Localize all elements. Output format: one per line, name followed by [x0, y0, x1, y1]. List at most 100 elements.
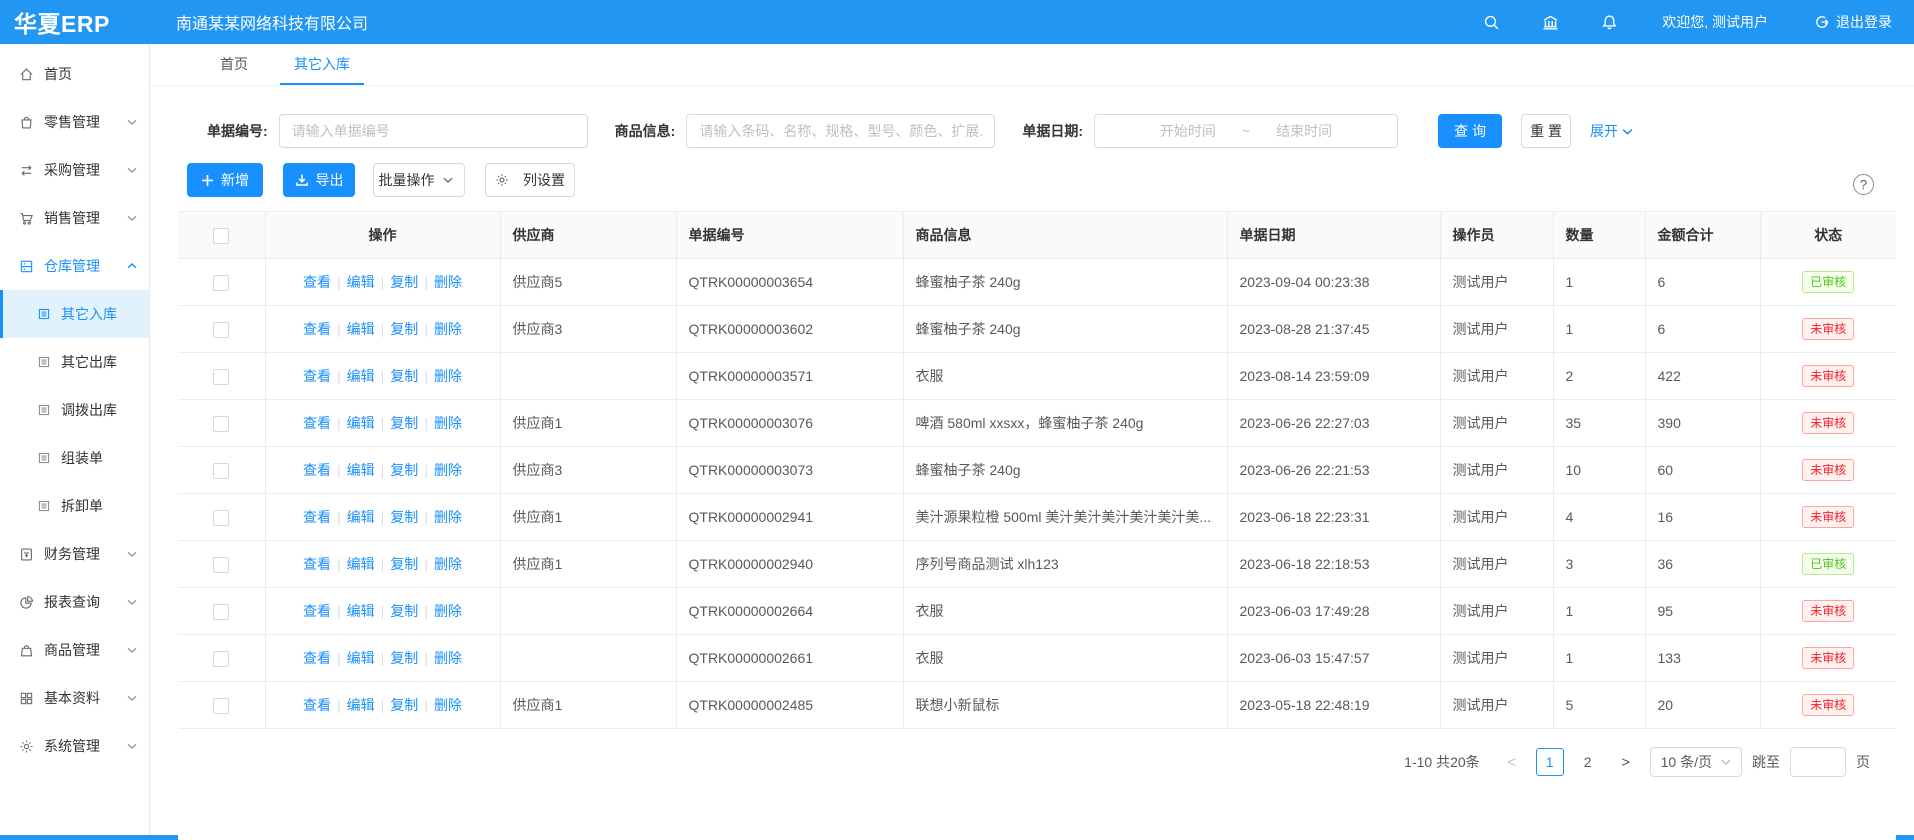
copy-link[interactable]: 复制	[390, 321, 418, 337]
row-checkbox[interactable]	[213, 275, 229, 291]
page-size-select[interactable]: 10 条/页	[1650, 747, 1742, 777]
edit-link[interactable]: 编辑	[347, 650, 375, 666]
copy-link[interactable]: 复制	[390, 556, 418, 572]
logout-button[interactable]: 退出登录	[1814, 12, 1892, 32]
sidebar-item-sales[interactable]: 销售管理	[0, 194, 149, 242]
chevron-down-icon	[127, 118, 137, 126]
copy-link[interactable]: 复制	[390, 509, 418, 525]
gear-icon	[495, 173, 509, 187]
edit-link[interactable]: 编辑	[347, 509, 375, 525]
delete-link[interactable]: 删除	[434, 603, 462, 619]
delete-link[interactable]: 删除	[434, 368, 462, 384]
tab-other-inbound[interactable]: 其它入库	[280, 44, 364, 85]
sidebar-item-home[interactable]: 首页	[0, 50, 149, 98]
row-checkbox[interactable]	[213, 604, 229, 620]
view-link[interactable]: 查看	[303, 650, 331, 666]
column-settings-button[interactable]: 列设置	[485, 163, 575, 197]
bell-icon[interactable]	[1601, 14, 1618, 31]
product-info-input[interactable]	[686, 114, 995, 148]
sidebar-item-assembly[interactable]: 组装单	[0, 434, 149, 482]
delete-link[interactable]: 删除	[434, 462, 462, 478]
edit-link[interactable]: 编辑	[347, 368, 375, 384]
row-checkbox[interactable]	[213, 463, 229, 479]
search-button[interactable]: 查 询	[1438, 114, 1502, 148]
prev-page-button[interactable]: <	[1498, 748, 1526, 776]
jump-to-input[interactable]	[1790, 747, 1846, 777]
date-range-picker[interactable]: 开始时间 ~ 结束时间	[1094, 114, 1398, 148]
link-divider	[381, 650, 385, 666]
sidebar-item-label: 报表查询	[44, 592, 100, 612]
row-checkbox[interactable]	[213, 510, 229, 526]
delete-link[interactable]: 删除	[434, 274, 462, 290]
bill-no-cell: QTRK00000002661	[676, 635, 903, 682]
bank-icon[interactable]	[1542, 14, 1559, 31]
reset-button[interactable]: 重 置	[1521, 114, 1571, 148]
tab-home[interactable]: 首页	[206, 44, 262, 85]
sidebar: 首页 零售管理 采购管理 销售管理 仓库管理 其它入库 其它出库	[0, 44, 150, 835]
view-link[interactable]: 查看	[303, 697, 331, 713]
sidebar-item-warehouse[interactable]: 仓库管理	[0, 242, 149, 290]
view-link[interactable]: 查看	[303, 462, 331, 478]
view-link[interactable]: 查看	[303, 603, 331, 619]
copy-link[interactable]: 复制	[390, 274, 418, 290]
search-icon[interactable]	[1483, 14, 1500, 31]
next-page-button[interactable]: >	[1612, 748, 1640, 776]
row-checkbox[interactable]	[213, 416, 229, 432]
export-button[interactable]: 导出	[283, 163, 355, 197]
edit-link[interactable]: 编辑	[347, 415, 375, 431]
sidebar-item-label: 商品管理	[44, 640, 100, 660]
sidebar-item-products[interactable]: 商品管理	[0, 626, 149, 674]
edit-link[interactable]: 编辑	[347, 603, 375, 619]
edit-link[interactable]: 编辑	[347, 462, 375, 478]
edit-link[interactable]: 编辑	[347, 274, 375, 290]
view-link[interactable]: 查看	[303, 368, 331, 384]
delete-link[interactable]: 删除	[434, 509, 462, 525]
sidebar-item-retail[interactable]: 零售管理	[0, 98, 149, 146]
add-button[interactable]: 新增	[187, 163, 263, 197]
sidebar-item-finance[interactable]: 财务管理	[0, 530, 149, 578]
delete-link[interactable]: 删除	[434, 697, 462, 713]
copy-link[interactable]: 复制	[390, 368, 418, 384]
view-link[interactable]: 查看	[303, 415, 331, 431]
date-separator: ~	[1242, 123, 1250, 139]
copy-link[interactable]: 复制	[390, 603, 418, 619]
sidebar-item-basic-data[interactable]: 基本资料	[0, 674, 149, 722]
sidebar-item-transfer-outbound[interactable]: 调拨出库	[0, 386, 149, 434]
delete-link[interactable]: 删除	[434, 556, 462, 572]
delete-link[interactable]: 删除	[434, 321, 462, 337]
sidebar-item-disassembly[interactable]: 拆卸单	[0, 482, 149, 530]
row-checkbox[interactable]	[213, 698, 229, 714]
document-icon	[37, 403, 51, 417]
edit-link[interactable]: 编辑	[347, 556, 375, 572]
toolbar: 新增 导出 批量操作 列设置	[178, 163, 1896, 197]
copy-link[interactable]: 复制	[390, 415, 418, 431]
copy-link[interactable]: 复制	[390, 650, 418, 666]
view-link[interactable]: 查看	[303, 556, 331, 572]
copy-link[interactable]: 复制	[390, 697, 418, 713]
bill-no-input[interactable]	[279, 114, 588, 148]
row-checkbox[interactable]	[213, 651, 229, 667]
page-number-1[interactable]: 1	[1536, 748, 1564, 776]
delete-link[interactable]: 删除	[434, 650, 462, 666]
amount-cell: 60	[1645, 447, 1760, 494]
view-link[interactable]: 查看	[303, 274, 331, 290]
delete-link[interactable]: 删除	[434, 415, 462, 431]
edit-link[interactable]: 编辑	[347, 697, 375, 713]
sidebar-item-other-inbound[interactable]: 其它入库	[0, 290, 149, 338]
select-all-checkbox[interactable]	[213, 228, 229, 244]
row-checkbox[interactable]	[213, 557, 229, 573]
sidebar-item-purchase[interactable]: 采购管理	[0, 146, 149, 194]
edit-link[interactable]: 编辑	[347, 321, 375, 337]
sidebar-item-system[interactable]: 系统管理	[0, 722, 149, 770]
view-link[interactable]: 查看	[303, 509, 331, 525]
row-checkbox[interactable]	[213, 322, 229, 338]
expand-link[interactable]: 展开	[1590, 121, 1633, 141]
view-link[interactable]: 查看	[303, 321, 331, 337]
help-icon[interactable]: ?	[1853, 174, 1874, 195]
row-checkbox[interactable]	[213, 369, 229, 385]
sidebar-item-reports[interactable]: 报表查询	[0, 578, 149, 626]
copy-link[interactable]: 复制	[390, 462, 418, 478]
sidebar-item-other-outbound[interactable]: 其它出库	[0, 338, 149, 386]
page-number-2[interactable]: 2	[1574, 748, 1602, 776]
batch-actions-button[interactable]: 批量操作	[373, 163, 465, 197]
